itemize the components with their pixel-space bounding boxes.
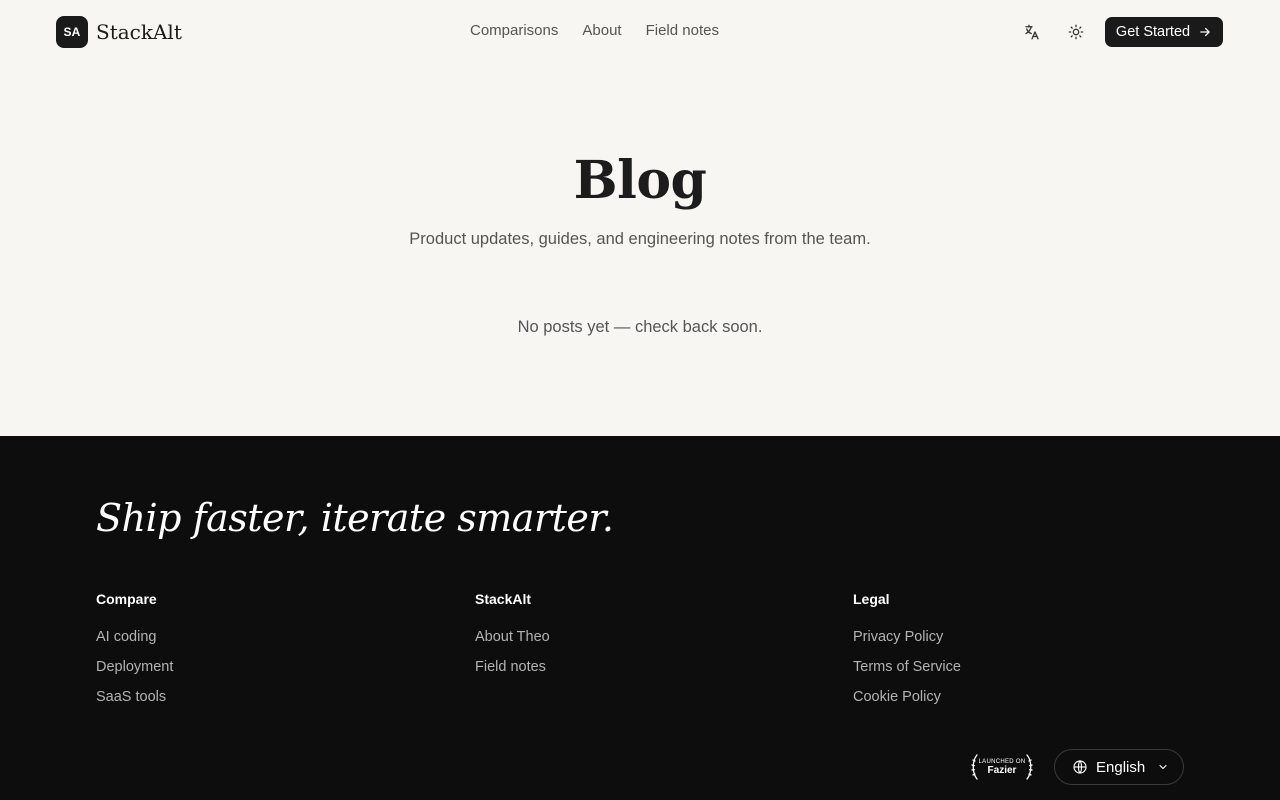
footer-link-ai-coding[interactable]: AI coding — [96, 629, 173, 645]
translate-icon — [1025, 24, 1039, 40]
footer-tagline: Ship faster, iterate smarter. — [96, 496, 614, 540]
footer-column-heading: Compare — [96, 591, 157, 607]
footer-link-cookie-policy[interactable]: Cookie Policy — [853, 689, 961, 705]
footer-column-stackalt: StackAlt About Theo Field notes — [475, 591, 550, 689]
page-subtitle: Product updates, guides, and engineering… — [409, 230, 871, 248]
logo-badge: SA — [56, 16, 88, 48]
translate-button[interactable] — [1020, 20, 1044, 44]
nav-link-about[interactable]: About — [582, 22, 621, 39]
laurel-right-icon — [1026, 754, 1034, 780]
site-header: SA StackAlt Comparisons About Field note… — [0, 0, 1280, 64]
get-started-button[interactable]: Get Started — [1105, 17, 1223, 47]
badge-text: LAUNCHED ON Fazier — [979, 759, 1026, 776]
nav-link-comparisons[interactable]: Comparisons — [470, 22, 558, 39]
footer-column-legal: Legal Privacy Policy Terms of Service Co… — [853, 591, 961, 719]
footer-link-saas-tools[interactable]: SaaS tools — [96, 689, 173, 705]
arrow-right-icon — [1200, 27, 1210, 37]
get-started-label: Get Started — [1115, 24, 1191, 40]
footer-column-heading: Legal — [853, 591, 890, 607]
globe-icon — [1073, 760, 1087, 774]
language-selector[interactable]: English — [1054, 749, 1184, 785]
empty-state-message: No posts yet — check back soon. — [517, 318, 763, 336]
footer-link-field-notes[interactable]: Field notes — [475, 659, 550, 675]
footer-column-heading: StackAlt — [475, 591, 532, 607]
site-logo[interactable]: SA StackAlt — [56, 16, 182, 48]
badge-caption: LAUNCHED ON — [978, 758, 1026, 765]
fazier-launch-badge[interactable]: LAUNCHED ON Fazier — [968, 752, 1036, 782]
footer-link-terms-of-service[interactable]: Terms of Service — [853, 659, 961, 675]
footer-column-compare: Compare AI coding Deployment SaaS tools — [96, 591, 173, 719]
page-title: Blog — [573, 150, 707, 211]
main-nav: Comparisons About Field notes — [470, 22, 719, 39]
badge-brand: Fazier — [987, 764, 1017, 776]
laurel-left-icon — [970, 754, 978, 780]
sun-icon — [1068, 24, 1084, 40]
footer-link-privacy-policy[interactable]: Privacy Policy — [853, 629, 961, 645]
footer-link-deployment[interactable]: Deployment — [96, 659, 173, 675]
chevron-down-icon — [1159, 764, 1167, 770]
nav-link-field-notes[interactable]: Field notes — [646, 22, 719, 39]
site-footer: Ship faster, iterate smarter. Compare AI… — [0, 436, 1280, 800]
theme-toggle-button[interactable] — [1064, 20, 1088, 44]
footer-link-about-theo[interactable]: About Theo — [475, 629, 550, 645]
language-label: English — [1096, 758, 1146, 776]
logo-name: StackAlt — [96, 20, 182, 44]
